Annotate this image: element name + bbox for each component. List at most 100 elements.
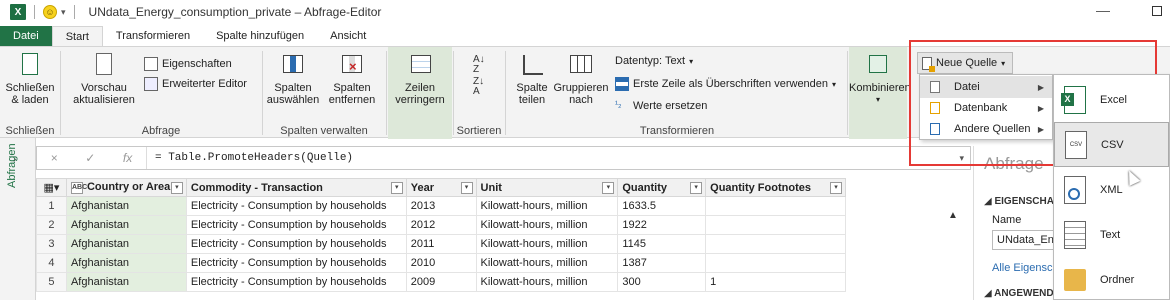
cell-country[interactable]: Afghanistan	[65, 272, 187, 292]
confirm-icon[interactable]: ✓	[85, 151, 95, 165]
cell-footnote[interactable]	[705, 234, 846, 254]
reduce-rows-button[interactable]: Zeilen verringern	[390, 51, 450, 106]
column-header[interactable]: Quantity ▾	[617, 178, 707, 197]
combine-icon	[865, 51, 891, 79]
properties-button[interactable]: Eigenschaften	[144, 57, 232, 71]
submenu-item-ordner[interactable]: Ordner	[1054, 257, 1169, 300]
cell-country[interactable]: Afghanistan	[65, 234, 187, 254]
column-header-label: Country or Area	[86, 181, 171, 194]
table-row[interactable]: 1 Afghanistan Electricity - Consumption …	[36, 196, 846, 216]
cell-commodity[interactable]: Electricity - Consumption by households	[185, 234, 407, 254]
cell-unit[interactable]: Kilowatt-hours, million	[475, 215, 619, 235]
submenu-item-csv[interactable]: CSV CSV	[1054, 122, 1169, 167]
submenu-item-text[interactable]: Text	[1054, 212, 1169, 257]
cell-quantity[interactable]: 1633.5	[617, 196, 707, 216]
cell-unit[interactable]: Kilowatt-hours, million	[475, 196, 619, 216]
tab-start[interactable]: Start	[51, 26, 103, 46]
submenu-item-excel[interactable]: Excel	[1054, 77, 1169, 122]
cell-country[interactable]: Afghanistan	[65, 215, 187, 235]
replace-values-button[interactable]: ¹₂ Werte ersetzen	[615, 99, 707, 113]
cell-year[interactable]: 2011	[405, 234, 477, 254]
advanced-editor-button[interactable]: Erweiterter Editor	[144, 77, 247, 91]
table-row[interactable]: 4 Afghanistan Electricity - Consumption …	[36, 253, 846, 273]
filter-dropdown-icon[interactable]: ▾	[830, 182, 842, 194]
properties-icon	[144, 57, 158, 71]
new-source-button[interactable]: Neue Quelle ▾	[917, 52, 1013, 74]
group-label-abfrage: Abfrage	[141, 125, 181, 137]
group-label-sortieren: Sortieren	[456, 125, 502, 137]
cell-unit[interactable]: Kilowatt-hours, million	[475, 234, 619, 254]
cell-year[interactable]: 2009	[405, 272, 477, 292]
text-file-icon	[1064, 220, 1086, 249]
minimize-button[interactable]: —	[1096, 2, 1110, 18]
properties-section-header[interactable]: ◢ EIGENSCHA	[984, 196, 1054, 207]
all-properties-link[interactable]: Alle Eigensc	[992, 262, 1053, 274]
datatype-dropdown[interactable]: Datentyp: Text ▾	[615, 55, 693, 67]
column-header[interactable]: ABCCountry or Area ▾	[65, 178, 187, 197]
cell-commodity[interactable]: Electricity - Consumption by households	[185, 215, 407, 235]
refresh-label-1: Vorschau	[81, 82, 127, 94]
queries-side-panel[interactable]: › Abfragen	[0, 138, 36, 300]
column-header[interactable]: Year ▾	[405, 178, 477, 197]
cell-footnote[interactable]	[705, 253, 846, 273]
tab-spalte-hinzufuegen[interactable]: Spalte hinzufügen	[203, 26, 317, 46]
cell-quantity[interactable]: 1387	[617, 253, 707, 273]
group-by-button[interactable]: Gruppieren nach	[553, 51, 609, 106]
cell-commodity[interactable]: Electricity - Consumption by households	[185, 196, 407, 216]
column-header[interactable]: Unit ▾	[475, 178, 619, 197]
cell-year[interactable]: 2013	[405, 196, 477, 216]
scroll-up-arrow-icon[interactable]: ▲	[948, 210, 958, 221]
cell-footnote[interactable]	[705, 215, 846, 235]
cell-commodity[interactable]: Electricity - Consumption by households	[185, 272, 407, 292]
filter-dropdown-icon[interactable]: ▾	[390, 182, 403, 194]
first-row-headers-button[interactable]: Erste Zeile als Überschriften verwenden …	[615, 77, 836, 91]
cancel-icon[interactable]: ×	[51, 151, 58, 165]
divider	[60, 51, 61, 135]
cell-unit[interactable]: Kilowatt-hours, million	[475, 253, 619, 273]
cell-unit[interactable]: Kilowatt-hours, million	[475, 272, 619, 292]
filter-dropdown-icon[interactable]: ▾	[690, 182, 703, 194]
menu-item-datei[interactable]: Datei ▶	[920, 76, 1052, 98]
cell-year[interactable]: 2010	[405, 253, 477, 273]
close-load-label-2: & laden	[11, 94, 49, 106]
sort-descending-icon[interactable]: Z↓ A	[473, 77, 484, 97]
tab-ansicht[interactable]: Ansicht	[317, 26, 379, 46]
fx-icon[interactable]: fx	[123, 151, 132, 165]
tab-datei[interactable]: Datei	[0, 26, 52, 46]
formula-input[interactable]: = Table.PromoteHeaders(Quelle)	[147, 152, 353, 164]
split-column-button[interactable]: Spalte teilen	[511, 51, 553, 106]
remove-columns-button[interactable]: × Spalten entfernen	[322, 51, 382, 106]
column-header[interactable]: Commodity - Transaction ▾	[185, 178, 407, 197]
refresh-preview-button[interactable]: Vorschau aktualisieren	[64, 51, 144, 106]
table-row[interactable]: 3 Afghanistan Electricity - Consumption …	[36, 234, 846, 254]
submenu-item-xml[interactable]: XML	[1054, 167, 1169, 212]
select-columns-button[interactable]: Spalten auswählen	[266, 51, 320, 106]
table-row[interactable]: 5 Afghanistan Electricity - Consumption …	[36, 272, 846, 292]
sort-ascending-icon[interactable]: A↓ Z	[473, 55, 485, 75]
column-header[interactable]: Quantity Footnotes ▾	[705, 178, 846, 197]
filter-dropdown-icon[interactable]: ▾	[170, 182, 183, 194]
filter-dropdown-icon[interactable]: ▾	[602, 182, 615, 194]
maximize-button[interactable]	[1152, 6, 1162, 16]
menu-item-datenbank[interactable]: Datenbank ▶	[920, 97, 1052, 119]
tab-transformieren[interactable]: Transformieren	[103, 26, 203, 46]
cell-quantity[interactable]: 1922	[617, 215, 707, 235]
smiley-feedback-icon[interactable]: ☺	[43, 5, 57, 19]
table-menu-button[interactable]: ▦▾	[36, 178, 67, 197]
table-row[interactable]: 2 Afghanistan Electricity - Consumption …	[36, 215, 846, 235]
cell-year[interactable]: 2012	[405, 215, 477, 235]
menu-item-andere-quellen[interactable]: Andere Quellen ▶	[920, 118, 1052, 140]
quick-access-dropdown-icon[interactable]: ▾	[61, 7, 66, 18]
filter-dropdown-icon[interactable]: ▾	[460, 182, 473, 194]
combine-button[interactable]: Kombinieren ▾	[849, 51, 911, 106]
cell-quantity[interactable]: 300	[617, 272, 707, 292]
datatype-label: Datentyp: Text	[615, 55, 686, 67]
cell-footnote[interactable]	[705, 196, 846, 216]
cell-footnote[interactable]: 1	[705, 272, 846, 292]
cell-quantity[interactable]: 1145	[617, 234, 707, 254]
cell-country[interactable]: Afghanistan	[65, 196, 187, 216]
data-table: ▦▾ ABCCountry or Area ▾ Commodity - Tran…	[36, 178, 846, 292]
cell-commodity[interactable]: Electricity - Consumption by households	[185, 253, 407, 273]
cell-country[interactable]: Afghanistan	[65, 253, 187, 273]
close-and-load-button[interactable]: Schließen & laden	[4, 51, 56, 106]
